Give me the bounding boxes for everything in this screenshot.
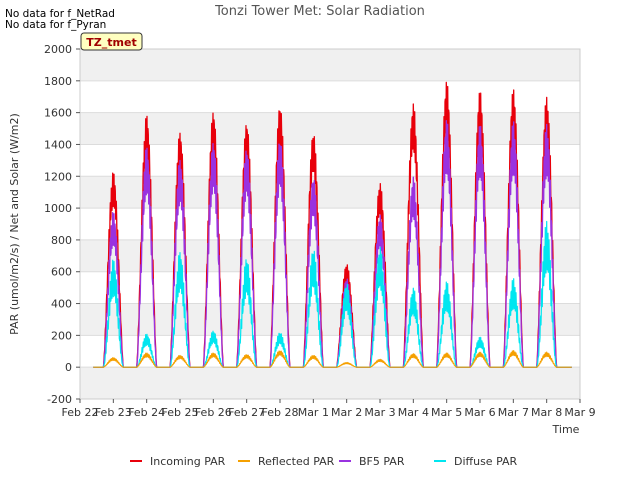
legend-label-diffuse-par: Diffuse PAR bbox=[454, 455, 518, 468]
x-tick-label: Feb 28 bbox=[262, 406, 299, 419]
series-badge: TZ_tmet bbox=[86, 36, 136, 49]
x-tick-label: Mar 1 bbox=[298, 406, 329, 419]
y-tick-label: 800 bbox=[51, 234, 72, 247]
solar-radiation-chart: -200 0 200 400 600 800 1000 1200 1400 1600 1800 200… bbox=[8, 4, 596, 468]
legend-label-incoming-par: Incoming PAR bbox=[150, 455, 226, 468]
x-tick-label: Feb 23 bbox=[95, 406, 132, 419]
x-tick-label: Mar 4 bbox=[398, 406, 429, 419]
x-tick-label: Feb 26 bbox=[195, 406, 232, 419]
x-tick-label: Feb 25 bbox=[162, 406, 199, 419]
grid-band bbox=[80, 367, 580, 399]
x-axis-label: Time bbox=[552, 423, 580, 436]
chart-title: Tonzi Tower Met: Solar Radiation bbox=[214, 4, 425, 19]
x-tick-label: Mar 6 bbox=[464, 406, 495, 419]
x-tick-label: Feb 22 bbox=[62, 406, 99, 419]
y-tick-label: 0 bbox=[65, 361, 72, 374]
y-tick-label: 1000 bbox=[44, 202, 72, 215]
y-tick-label: 1200 bbox=[44, 170, 72, 183]
y-tick-label: 1800 bbox=[44, 75, 72, 88]
y-tick-label: 1600 bbox=[44, 107, 72, 120]
x-tick-label: Mar 3 bbox=[364, 406, 395, 419]
x-tick-label: Mar 5 bbox=[431, 406, 462, 419]
y-tick-label: 600 bbox=[51, 266, 72, 279]
grid-band bbox=[80, 112, 580, 145]
y-axis-label: PAR (umol/m2/s) / Net and Solar (W/m2) bbox=[8, 113, 21, 335]
x-tick-label: Mar 9 bbox=[564, 406, 595, 419]
y-tick-label: 1400 bbox=[44, 138, 72, 151]
grid-band bbox=[80, 49, 580, 81]
grid-band bbox=[80, 176, 580, 209]
x-tick-label: Feb 27 bbox=[228, 406, 265, 419]
legend-label-bf5-par: BF5 PAR bbox=[359, 455, 405, 468]
x-tick-label: Feb 24 bbox=[128, 406, 165, 419]
legend-label-reflected-par: Reflected PAR bbox=[258, 455, 335, 468]
y-tick-label: 400 bbox=[51, 298, 72, 311]
y-tick-label: 200 bbox=[51, 329, 72, 342]
y-tick-label: 2000 bbox=[44, 43, 72, 56]
y-tick-label: -200 bbox=[47, 393, 72, 406]
grid-band bbox=[80, 239, 580, 272]
x-tick-label: Mar 7 bbox=[498, 406, 529, 419]
x-tick-label: Mar 2 bbox=[331, 406, 362, 419]
x-tick-label: Mar 8 bbox=[531, 406, 562, 419]
